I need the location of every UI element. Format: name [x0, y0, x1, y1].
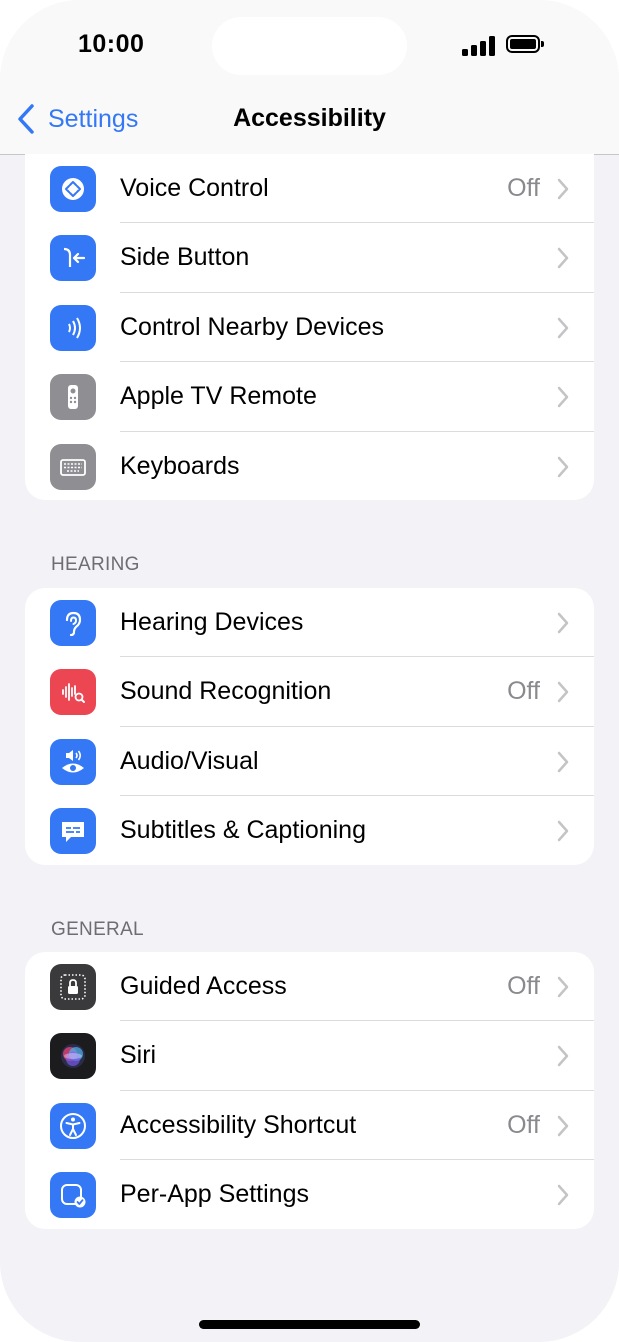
voice-control-icon — [50, 166, 96, 212]
chevron-right-icon — [557, 976, 569, 998]
row-control-nearby-devices[interactable]: Control Nearby Devices — [25, 293, 594, 363]
audio-visual-icon — [50, 738, 96, 785]
side-button-icon — [50, 235, 96, 282]
siri-icon — [50, 1033, 96, 1080]
row-audio-visual[interactable]: Audio/Visual — [25, 727, 594, 797]
row-hearing-devices[interactable]: Hearing Devices — [25, 588, 594, 658]
sound-recognition-icon — [50, 669, 96, 716]
row-subtitles-captioning[interactable]: Subtitles & Captioning — [25, 796, 594, 865]
row-label: Control Nearby Devices — [120, 312, 384, 341]
row-voice-control[interactable]: Voice Control Off — [25, 154, 594, 224]
battery-icon — [506, 35, 544, 53]
per-app-icon — [50, 1172, 96, 1219]
chevron-right-icon — [557, 682, 569, 703]
row-apple-tv-remote[interactable]: Apple TV Remote — [25, 362, 594, 432]
row-sound-recognition[interactable]: Sound Recognition Off — [25, 657, 594, 727]
accessibility-icon — [50, 1102, 96, 1149]
row-label: Keyboards — [120, 451, 240, 480]
chevron-right-icon — [557, 248, 569, 269]
row-siri[interactable]: Siri — [25, 1021, 594, 1091]
row-value: Off — [507, 677, 540, 706]
row-label: Sound Recognition — [120, 677, 332, 706]
lock-icon — [50, 964, 96, 1010]
chevron-right-icon — [557, 178, 569, 200]
row-label: Siri — [120, 1041, 157, 1070]
row-label: Guided Access — [120, 972, 287, 1000]
chevron-right-icon — [557, 456, 569, 477]
chevron-right-icon — [557, 1184, 569, 1206]
home-indicator[interactable] — [199, 1320, 420, 1329]
chevron-right-icon — [557, 612, 569, 634]
row-accessibility-shortcut[interactable]: Accessibility Shortcut Off — [25, 1091, 594, 1161]
row-label: Side Button — [120, 243, 250, 272]
row-label: Voice Control — [120, 174, 269, 202]
row-value: Off — [507, 972, 540, 1000]
row-label: Per-App Settings — [120, 1180, 309, 1209]
general-group: Guided Access Off Siri Accessibility Sho… — [25, 952, 594, 1229]
row-per-app-settings[interactable]: Per-App Settings — [25, 1160, 594, 1229]
page-title: Accessibility — [233, 104, 386, 132]
row-value: Off — [507, 174, 540, 202]
row-keyboards[interactable]: Keyboards — [25, 432, 594, 500]
status-time: 10:00 — [78, 30, 145, 58]
navigation-bar: Settings Accessibility — [0, 92, 619, 155]
dynamic-island — [212, 17, 407, 75]
interaction-group: Voice Control Off Side Button Control Ne… — [25, 154, 594, 500]
row-label: Hearing Devices — [120, 608, 304, 636]
row-label: Audio/Visual — [120, 746, 259, 775]
chevron-right-icon — [557, 751, 569, 773]
hearing-group: Hearing Devices Sound Recognition Off Au… — [25, 588, 594, 865]
tv-remote-icon — [50, 374, 96, 421]
nearby-devices-icon — [50, 304, 96, 351]
section-header-general: GENERAL — [51, 919, 144, 940]
cellular-signal-icon — [462, 36, 496, 56]
row-label: Subtitles & Captioning — [120, 816, 366, 845]
row-side-button[interactable]: Side Button — [25, 223, 594, 293]
row-value: Off — [507, 1110, 540, 1139]
status-bar: 10:00 — [0, 0, 619, 92]
row-guided-access[interactable]: Guided Access Off — [25, 952, 594, 1022]
captions-icon — [50, 808, 96, 855]
chevron-right-icon — [557, 1115, 569, 1137]
chevron-right-icon — [557, 386, 569, 408]
chevron-right-icon — [557, 1046, 569, 1067]
chevron-right-icon — [557, 317, 569, 339]
chevron-right-icon — [557, 820, 569, 842]
row-label: Accessibility Shortcut — [120, 1110, 357, 1139]
row-label: Apple TV Remote — [120, 382, 317, 411]
ear-icon — [50, 600, 96, 646]
keyboard-icon — [50, 443, 96, 490]
phone-screen: 10:00 Settings Accessibility Voice Contr… — [0, 0, 619, 1342]
section-header-hearing: HEARING — [51, 554, 140, 575]
